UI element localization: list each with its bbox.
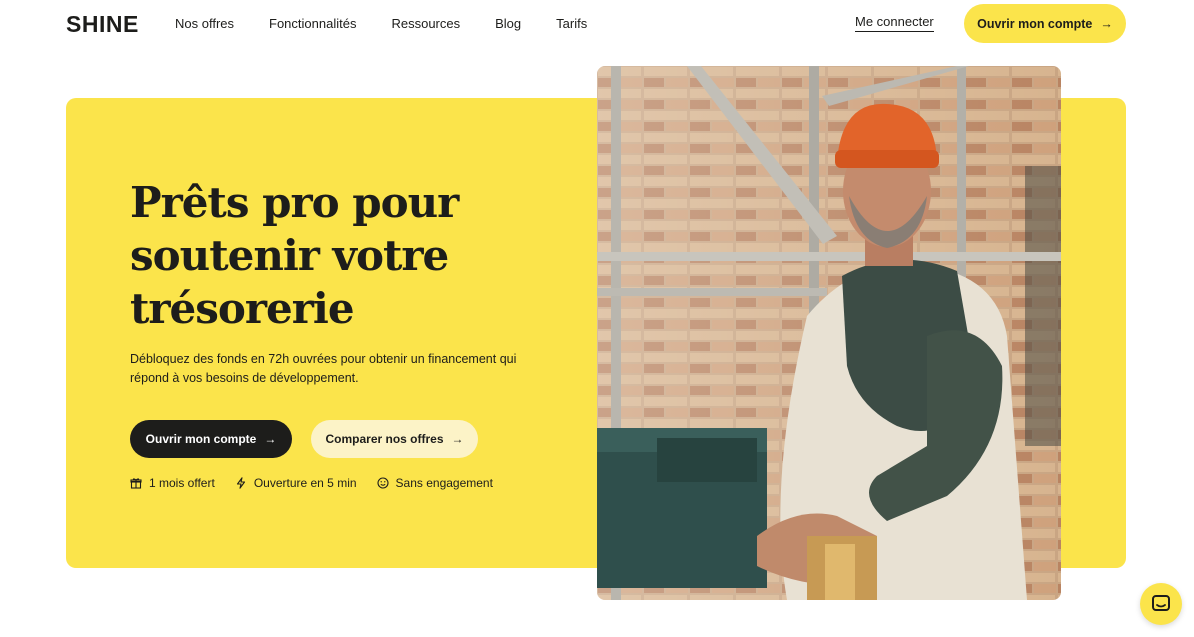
shine-logo[interactable]: SHINE bbox=[66, 11, 139, 38]
perks-list: 1 mois offert Ouverture en 5 min Sans en… bbox=[130, 476, 513, 490]
hero-photo bbox=[597, 66, 1061, 600]
craftsman-photo bbox=[597, 66, 1061, 600]
main-nav: Nos offres Fonctionnalités Ressources Bl… bbox=[175, 16, 622, 31]
arrow-right-icon: → bbox=[451, 432, 464, 446]
open-account-button[interactable]: Ouvrir mon compte → bbox=[130, 420, 292, 458]
lightning-icon bbox=[236, 477, 245, 489]
arrow-right-icon: → bbox=[1100, 16, 1113, 31]
hero-title: Prêts pro pour soutenir votre trésorerie bbox=[130, 178, 459, 333]
compare-offers-label: Comparer nos offres bbox=[325, 432, 444, 446]
arrow-right-icon: → bbox=[264, 432, 277, 446]
hero-description: Débloquez des fonds en 72h ouvrées pour … bbox=[130, 352, 517, 385]
perk-item: Ouverture en 5 min bbox=[235, 476, 357, 490]
chat-icon bbox=[1152, 595, 1170, 611]
perk-label: Ouverture en 5 min bbox=[253, 476, 357, 490]
open-account-header-label: Ouvrir mon compte bbox=[977, 16, 1093, 31]
chat-button[interactable] bbox=[1140, 583, 1182, 625]
nav-item-tarifs[interactable]: Tarifs bbox=[556, 16, 587, 31]
perk-item: Sans engagement bbox=[376, 476, 493, 490]
nav-item-offres[interactable]: Nos offres bbox=[175, 16, 234, 31]
perk-item: 1 mois offert bbox=[130, 476, 215, 490]
open-account-label: Ouvrir mon compte bbox=[145, 432, 257, 446]
perk-label: 1 mois offert bbox=[149, 476, 215, 490]
nav-item-fonctionnalites[interactable]: Fonctionnalités bbox=[269, 16, 356, 31]
nav-item-blog[interactable]: Blog bbox=[495, 16, 521, 31]
smile-icon bbox=[376, 477, 389, 489]
nav-item-ressources[interactable]: Ressources bbox=[391, 16, 460, 31]
gift-icon bbox=[130, 478, 142, 489]
perk-label: Sans engagement bbox=[395, 476, 493, 490]
open-account-header-button[interactable]: Ouvrir mon compte → bbox=[964, 4, 1126, 43]
compare-offers-button[interactable]: Comparer nos offres → bbox=[311, 420, 478, 458]
site-header: SHINE Nos offres Fonctionnalités Ressour… bbox=[0, 0, 1194, 48]
login-link[interactable]: Me connecter bbox=[855, 14, 934, 32]
